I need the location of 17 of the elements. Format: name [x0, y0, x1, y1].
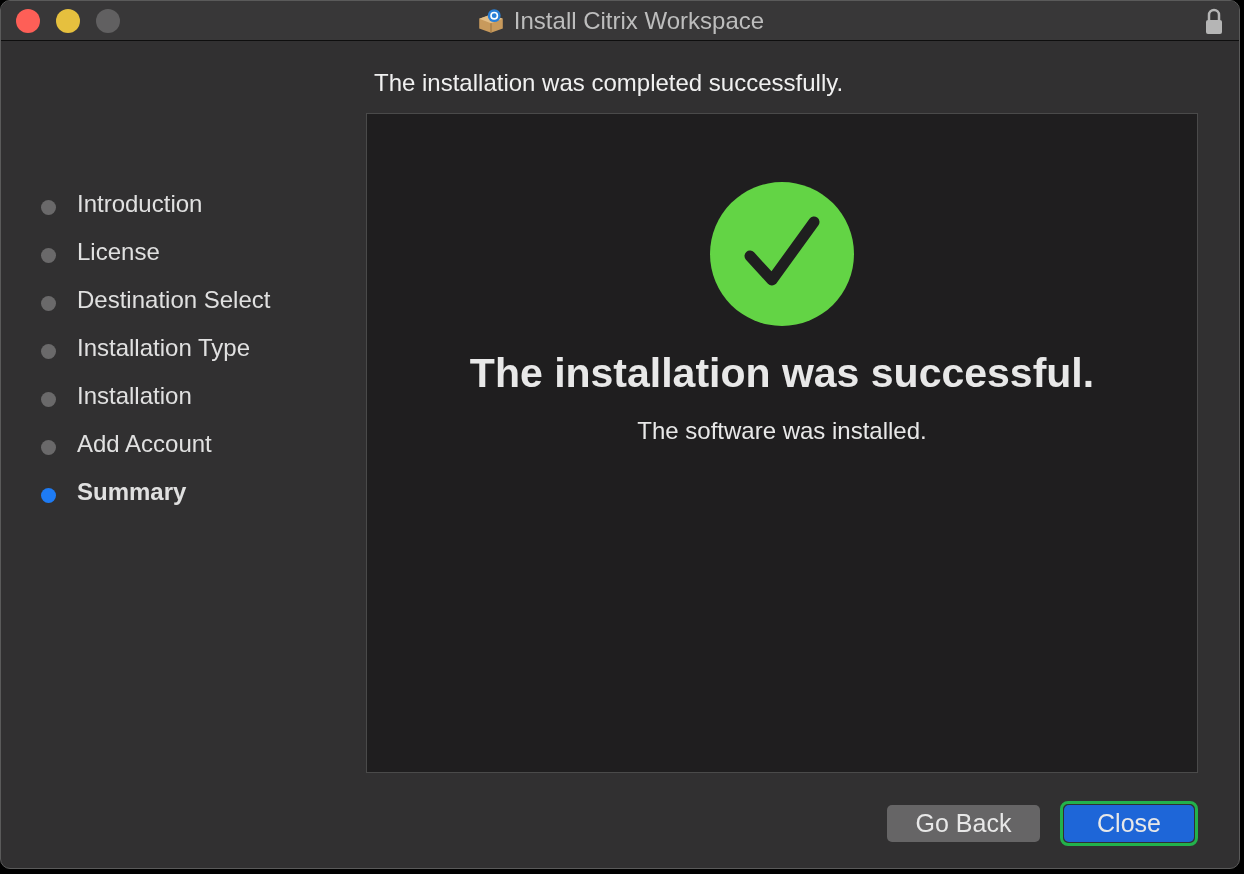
- header-text: The installation was completed successfully.: [373, 68, 845, 98]
- step-label: Introduction: [77, 190, 203, 218]
- step-label: Destination Select: [77, 286, 271, 314]
- close-window-button[interactable]: [16, 8, 40, 33]
- success-check-icon: [710, 182, 854, 326]
- go-back-button[interactable]: Go Back: [887, 805, 1040, 842]
- step-label: License: [77, 238, 160, 266]
- step-label: Installation: [77, 382, 192, 410]
- window-title: Install Citrix Workspace: [513, 6, 765, 35]
- minimize-window-button[interactable]: [56, 8, 80, 33]
- result-title: The installation was successful.: [469, 350, 1095, 397]
- step-label: Add Account: [77, 430, 212, 458]
- lock-icon: [1204, 6, 1224, 35]
- result-message: The software was installed.: [637, 417, 927, 445]
- step-label: Summary: [77, 478, 187, 506]
- step-label: Installation Type: [77, 334, 250, 362]
- close-button[interactable]: Close: [1064, 805, 1194, 842]
